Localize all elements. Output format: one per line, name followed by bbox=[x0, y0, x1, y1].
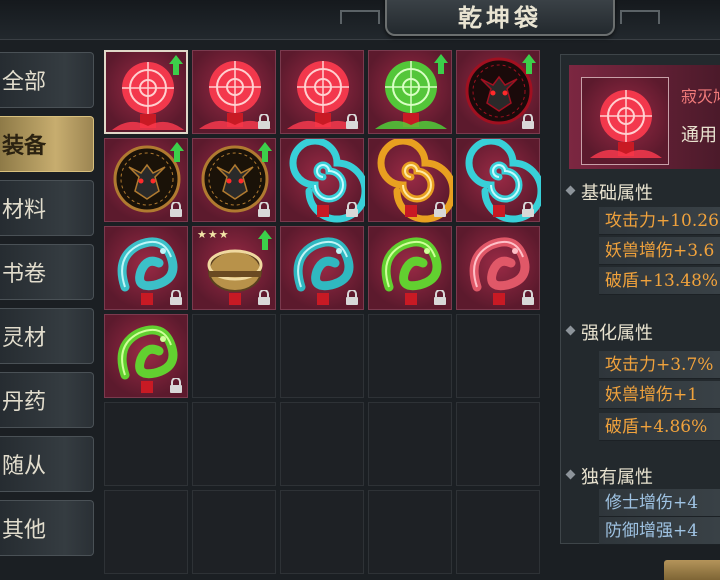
tab-all[interactable]: 全部 bbox=[0, 52, 94, 108]
section-title-enhance: 强化属性 bbox=[581, 319, 653, 345]
tab-spirit-materials[interactable]: 灵材 bbox=[0, 308, 94, 364]
lock-icon bbox=[433, 290, 447, 305]
upgrade-arrow-icon bbox=[258, 142, 272, 162]
tab-label: 丹药 bbox=[2, 390, 47, 415]
star-rating: ★★★ bbox=[197, 228, 230, 241]
lock-icon bbox=[345, 202, 359, 217]
empty-slot[interactable] bbox=[192, 314, 276, 398]
inventory-item[interactable] bbox=[368, 50, 452, 134]
lock-icon bbox=[257, 114, 271, 129]
inventory-grid: ★★★ bbox=[104, 50, 544, 575]
action-button-edge[interactable] bbox=[664, 560, 720, 580]
upgrade-arrow-icon bbox=[170, 142, 184, 162]
lock-icon bbox=[257, 290, 271, 305]
tab-followers[interactable]: 随从 bbox=[0, 436, 94, 492]
title-ornament-left bbox=[340, 10, 380, 24]
detail-item-icon bbox=[581, 77, 669, 165]
inventory-item[interactable] bbox=[368, 226, 452, 310]
empty-slot[interactable] bbox=[104, 490, 188, 574]
tab-materials[interactable]: 材料 bbox=[0, 180, 94, 236]
red-wheel-icon bbox=[584, 80, 668, 168]
inventory-item[interactable] bbox=[192, 50, 276, 134]
stat-row: 妖兽增伤+3.6 bbox=[599, 237, 720, 265]
lock-icon bbox=[433, 202, 447, 217]
upgrade-arrow-icon bbox=[258, 230, 272, 250]
inventory-item[interactable] bbox=[456, 50, 540, 134]
stat-row: 妖兽增伤+1 bbox=[599, 381, 720, 409]
stat-row: 攻击力+3.7% bbox=[599, 351, 720, 379]
lock-icon bbox=[257, 202, 271, 217]
tab-label: 随从 bbox=[2, 454, 47, 479]
title-plate: 乾坤袋 bbox=[385, 0, 615, 36]
upgrade-arrow-icon bbox=[169, 55, 183, 75]
inventory-item[interactable] bbox=[104, 138, 188, 222]
inventory-item[interactable] bbox=[456, 138, 541, 223]
inventory-item[interactable] bbox=[104, 50, 188, 134]
detail-item-name: 寂灭鸠 bbox=[681, 87, 720, 106]
lock-icon bbox=[169, 378, 183, 393]
empty-slot[interactable] bbox=[280, 490, 364, 574]
inventory-item[interactable] bbox=[192, 138, 276, 222]
detail-header: 寂灭鸠 通用 bbox=[569, 65, 720, 169]
stat-row: 破盾+4.86% bbox=[599, 413, 720, 441]
tab-label: 全部 bbox=[2, 70, 47, 95]
tab-label: 其他 bbox=[2, 518, 47, 543]
stat-row: 破盾+13.48% bbox=[599, 267, 720, 295]
stat-row: 防御增强+4 bbox=[599, 517, 720, 545]
empty-slot[interactable] bbox=[456, 490, 540, 574]
section-title-unique: 独有属性 bbox=[581, 463, 653, 489]
page-title: 乾坤袋 bbox=[458, 2, 542, 32]
empty-slot[interactable] bbox=[104, 402, 188, 486]
lock-icon bbox=[345, 290, 359, 305]
empty-slot[interactable] bbox=[456, 402, 540, 486]
inventory-item[interactable] bbox=[104, 226, 188, 310]
tab-pills[interactable]: 丹药 bbox=[0, 372, 94, 428]
tab-equipment[interactable]: 装备 bbox=[0, 116, 94, 172]
empty-slot[interactable] bbox=[368, 314, 452, 398]
tab-label: 灵材 bbox=[2, 326, 47, 351]
title-ornament-right bbox=[620, 10, 660, 24]
tab-label: 书卷 bbox=[2, 262, 47, 287]
empty-slot[interactable] bbox=[192, 490, 276, 574]
top-frame: 乾坤袋 bbox=[0, 0, 720, 40]
inventory-item[interactable] bbox=[456, 226, 540, 310]
inventory-item[interactable] bbox=[280, 226, 364, 310]
inventory-item[interactable]: ★★★ bbox=[192, 226, 276, 310]
inventory-item[interactable] bbox=[280, 50, 364, 134]
detail-item-type: 通用 bbox=[681, 125, 717, 146]
tab-label: 材料 bbox=[2, 198, 47, 223]
empty-slot[interactable] bbox=[192, 402, 276, 486]
empty-slot[interactable] bbox=[456, 314, 540, 398]
stat-row: 攻击力+10.26 bbox=[599, 207, 720, 235]
section-title-base: 基础属性 bbox=[581, 179, 653, 205]
empty-slot[interactable] bbox=[368, 402, 452, 486]
tab-books[interactable]: 书卷 bbox=[0, 244, 94, 300]
tab-other[interactable]: 其他 bbox=[0, 500, 94, 556]
lock-icon bbox=[169, 290, 183, 305]
lock-icon bbox=[521, 290, 535, 305]
inventory-item[interactable] bbox=[280, 138, 365, 223]
lock-icon bbox=[169, 202, 183, 217]
upgrade-arrow-icon bbox=[522, 54, 536, 74]
empty-slot[interactable] bbox=[280, 314, 364, 398]
inventory-item[interactable] bbox=[368, 138, 453, 223]
stat-row: 修士增伤+4 bbox=[599, 489, 720, 517]
empty-slot[interactable] bbox=[280, 402, 364, 486]
item-detail-panel: 寂灭鸠 通用 基础属性 攻击力+10.26 妖兽增伤+3.6 破盾+13.48%… bbox=[560, 54, 720, 545]
inventory-item[interactable] bbox=[104, 314, 188, 398]
lock-icon bbox=[521, 114, 535, 129]
tab-label: 装备 bbox=[2, 133, 47, 159]
lock-icon bbox=[345, 114, 359, 129]
empty-slot[interactable] bbox=[368, 490, 452, 574]
upgrade-arrow-icon bbox=[434, 54, 448, 74]
lock-icon bbox=[521, 202, 535, 217]
